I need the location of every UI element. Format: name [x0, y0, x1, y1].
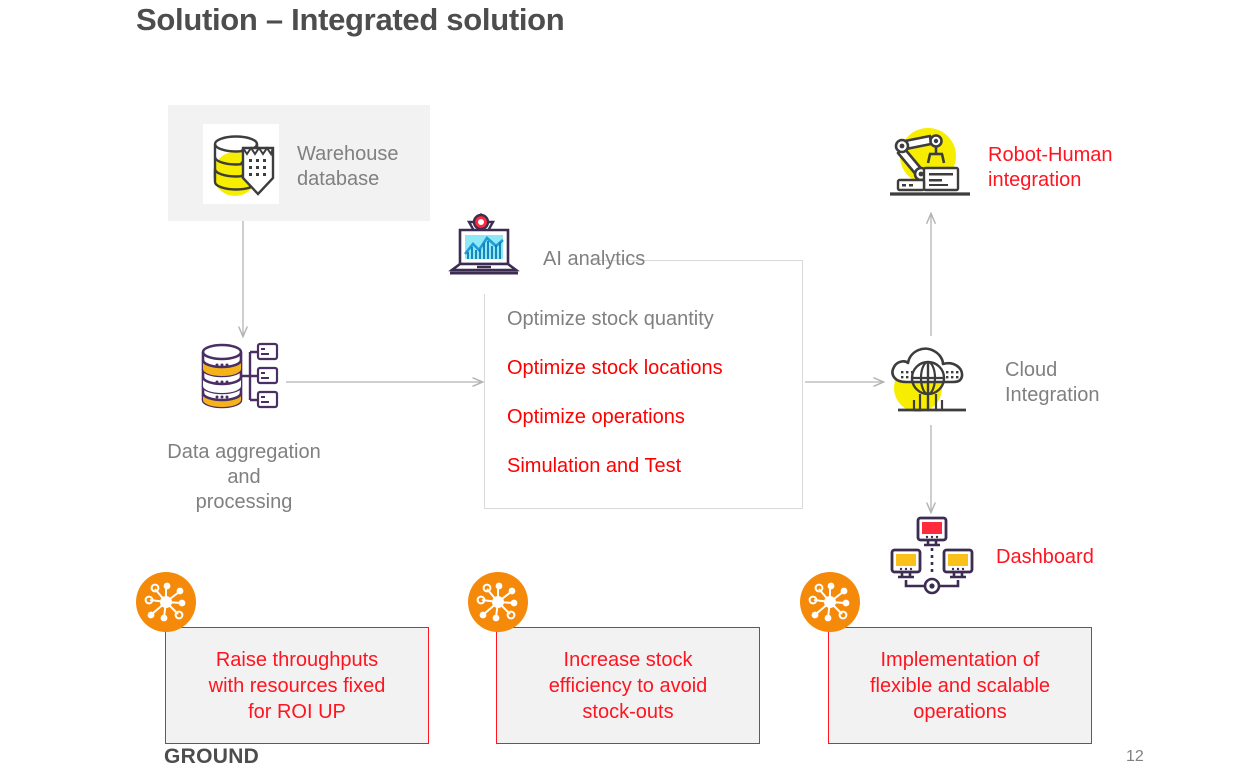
laptop-chart-gear-icon — [446, 200, 536, 290]
monitors-network-icon — [888, 514, 976, 598]
warehouse-label: Warehouse database — [297, 143, 399, 190]
ai-analytics-item: Optimize stock locations — [507, 357, 723, 379]
database-servers-icon — [196, 338, 282, 420]
robot-human-label: Robot-Human integration — [988, 144, 1113, 191]
cloud-globe-icon — [884, 338, 978, 422]
dashboard-label: Dashboard — [996, 546, 1094, 568]
network-nodes-icon — [468, 572, 528, 632]
network-nodes-icon — [136, 572, 196, 632]
ai-analytics-item: Optimize operations — [507, 406, 685, 428]
data-aggregation-label: Data aggregation and processing — [167, 441, 321, 513]
ai-analytics-item-list: Optimize stock quantity Optimize stock l… — [507, 306, 797, 502]
benefit-box: Raise throughputs with resources fixed f… — [165, 627, 429, 744]
slide-canvas: Solution – Integrated solution Warehouse… — [0, 0, 1240, 780]
database-shield-icon — [203, 124, 279, 204]
network-nodes-icon — [800, 572, 860, 632]
benefit-box: Implementation of flexible and scalable … — [828, 627, 1092, 744]
benefit-text: Implementation of flexible and scalable … — [869, 648, 1051, 723]
benefit-text: Increase stock efficiency to avoid stock… — [548, 648, 708, 723]
page-title: Solution – Integrated solution — [136, 2, 565, 37]
cloud-integration-label: Cloud Integration — [1005, 359, 1100, 406]
robot-arm-icon — [884, 120, 976, 212]
ai-analytics-label: AI analytics — [543, 248, 646, 270]
page-number: 12 — [1126, 748, 1144, 765]
ground-logo: GROUND — [164, 745, 260, 768]
benefit-text: Raise throughputs with resources fixed f… — [208, 648, 386, 723]
benefit-box: Increase stock efficiency to avoid stock… — [496, 627, 760, 744]
ai-analytics-item: Optimize stock quantity — [507, 308, 714, 330]
ai-analytics-item: Simulation and Test — [507, 455, 682, 477]
